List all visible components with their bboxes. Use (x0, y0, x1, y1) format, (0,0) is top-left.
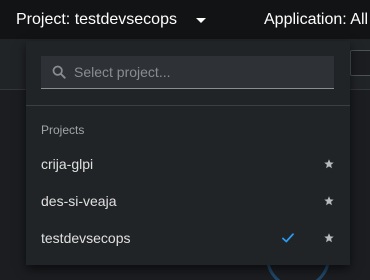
project-item-testdevsecops[interactable]: testdevsecops (26, 220, 350, 256)
star-icon[interactable] (324, 233, 334, 243)
check-icon (282, 233, 294, 243)
application-selector-toggle[interactable]: Application: All (264, 0, 368, 39)
project-item-des-si-veaja[interactable]: des-si-veaja (26, 183, 350, 219)
menu-divider (26, 105, 350, 106)
project-selector-label: Project: testdevsecops (16, 10, 177, 28)
caret-down-icon (195, 18, 206, 23)
app-frame: Project: testdevsecops Application: All … (0, 0, 370, 280)
star-icon[interactable] (324, 196, 334, 206)
project-item-crija-glpi[interactable]: crija-glpi (26, 146, 350, 182)
application-selector-label: Application: All (264, 10, 369, 28)
star-icon[interactable] (324, 159, 334, 169)
project-item-label: des-si-veaja (41, 193, 117, 209)
project-selector-toggle[interactable]: Project: testdevsecops (16, 0, 206, 39)
project-dropdown-menu: Projects crija-glpi des-si-veaja testdev… (26, 41, 350, 265)
projects-group-title: Projects (41, 123, 85, 137)
masthead: Project: testdevsecops Application: All (0, 0, 370, 39)
search-icon (52, 65, 66, 79)
project-item-label: crija-glpi (41, 156, 94, 172)
project-item-label: testdevsecops (41, 230, 131, 246)
toolbar-field[interactable] (350, 50, 370, 76)
project-search-input[interactable] (74, 57, 334, 87)
project-search-box[interactable] (41, 56, 334, 89)
